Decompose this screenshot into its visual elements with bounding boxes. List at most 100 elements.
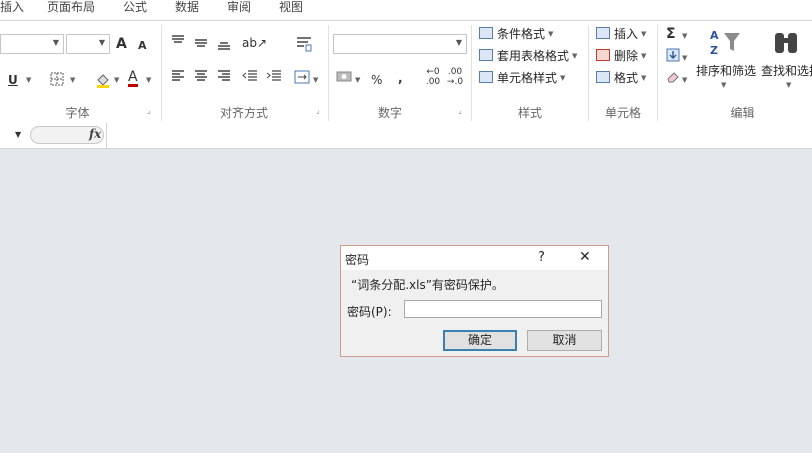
dialog-title: 密码: [345, 253, 370, 267]
chevron-down-icon[interactable]: ▼: [682, 50, 687, 66]
conditional-format-icon: [479, 27, 493, 39]
border-button[interactable]: [50, 72, 64, 90]
delete-cells-icon: [596, 49, 610, 61]
sort-filter-button[interactable]: AZ 排序和筛选 ▼: [696, 25, 756, 95]
ok-button[interactable]: 确定: [443, 330, 517, 351]
fill-color-button[interactable]: [95, 72, 111, 92]
name-box-dropdown[interactable]: ▼: [15, 130, 21, 139]
format-as-table-button[interactable]: 套用表格格式 ▼: [479, 47, 577, 65]
formula-input[interactable]: [107, 123, 812, 148]
tab-view[interactable]: 视图: [279, 0, 303, 16]
tab-insert[interactable]: 插入: [0, 0, 24, 16]
dialog-message: “词条分配.xls”有密码保护。: [351, 278, 504, 292]
autosum-icon[interactable]: Σ: [666, 26, 676, 42]
chevron-down-icon[interactable]: ▼: [146, 72, 151, 88]
wrap-text-icon[interactable]: [296, 36, 312, 56]
grow-font-button[interactable]: A: [116, 36, 127, 52]
chevron-down-icon: ▼: [721, 81, 727, 89]
find-select-label: 查找和选择: [761, 64, 812, 78]
align-right-icon[interactable]: [217, 70, 231, 86]
insert-cells-icon: [596, 27, 610, 39]
comma-button[interactable]: ,: [398, 70, 403, 86]
chevron-down-icon: ▼: [560, 74, 566, 82]
eraser-icon[interactable]: [666, 70, 680, 88]
chevron-down-icon: ▼: [548, 30, 554, 38]
chevron-down-icon: ▼: [98, 38, 105, 47]
chevron-down-icon[interactable]: ▼: [26, 72, 31, 88]
font-name-combo[interactable]: ▼: [0, 34, 64, 54]
merge-center-icon[interactable]: [294, 70, 310, 88]
tab-review[interactable]: 审阅: [227, 0, 251, 16]
chevron-down-icon[interactable]: ▼: [355, 72, 360, 88]
delete-cells-button[interactable]: 删除 ▼: [596, 47, 646, 65]
chevron-down-icon: ▼: [786, 81, 792, 89]
chevron-down-icon[interactable]: ▼: [313, 72, 318, 88]
chevron-down-icon: ▼: [52, 38, 59, 47]
format-as-table-label: 套用表格格式: [497, 49, 570, 63]
formula-bar: ▼ fx: [0, 123, 812, 149]
align-bottom-icon[interactable]: [217, 39, 231, 55]
password-dialog: 密码 ? ✕ “词条分配.xls”有密码保护。 密码(P): 确定 取消: [340, 245, 609, 357]
fill-icon[interactable]: [666, 48, 680, 66]
decrease-decimal-button[interactable]: .00 →.0: [446, 67, 464, 87]
decrease-indent-icon[interactable]: [242, 70, 258, 86]
cell-styles-label: 单元格样式: [497, 71, 558, 85]
help-button[interactable]: ?: [538, 250, 545, 265]
insert-cells-label: 插入: [614, 27, 639, 41]
chevron-down-icon: ▼: [572, 52, 578, 60]
password-label: 密码(P):: [347, 305, 392, 319]
conditional-format-button[interactable]: 条件格式 ▼: [479, 25, 553, 43]
format-cells-label: 格式: [614, 71, 639, 85]
find-select-button[interactable]: 查找和选择 ▼: [760, 25, 812, 95]
chevron-down-icon[interactable]: ▼: [682, 28, 687, 44]
decrease-decimal-bottom: →.0: [446, 77, 464, 87]
font-color-button[interactable]: A: [128, 70, 138, 87]
align-left-icon[interactable]: [171, 70, 185, 86]
chevron-down-icon[interactable]: ▼: [682, 72, 687, 88]
chevron-down-icon: ▼: [641, 74, 647, 82]
group-label-editing: 编辑: [730, 106, 755, 120]
sort-filter-label: 排序和筛选: [696, 64, 757, 78]
dialog-launcher-icon[interactable]: ⌟: [147, 107, 155, 115]
chevron-down-icon[interactable]: ▼: [114, 72, 119, 88]
chevron-down-icon[interactable]: ▼: [70, 72, 75, 88]
insert-function-button[interactable]: fx: [89, 127, 101, 141]
chevron-down-icon: ▼: [455, 38, 462, 47]
font-size-combo[interactable]: ▼: [66, 34, 110, 54]
cancel-button[interactable]: 取消: [527, 330, 602, 351]
increase-decimal-button[interactable]: ←0.00: [424, 67, 442, 87]
table-format-icon: [479, 49, 493, 61]
ribbon: ▼ ▼ A A U ▼ ▼ ▼ A ▼ 字体 ⌟ ab↗ ▼ 对齐方式 ⌟ ▼ …: [0, 20, 812, 124]
paint-bucket-icon: [97, 74, 109, 88]
tab-formulas[interactable]: 公式: [123, 0, 147, 16]
insert-cells-button[interactable]: 插入 ▼: [596, 25, 646, 43]
dialog-launcher-icon[interactable]: ⌟: [316, 107, 324, 115]
delete-cells-label: 删除: [614, 49, 639, 63]
tab-data[interactable]: 数据: [175, 0, 199, 16]
shrink-font-button[interactable]: A: [138, 38, 147, 54]
align-middle-icon[interactable]: [194, 37, 208, 53]
accounting-format-icon[interactable]: [336, 70, 354, 88]
dialog-launcher-icon[interactable]: ⌟: [458, 107, 466, 115]
group-label-alignment: 对齐方式: [219, 106, 268, 120]
cell-styles-button[interactable]: 单元格样式 ▼: [479, 69, 565, 87]
format-cells-button[interactable]: 格式 ▼: [596, 69, 646, 87]
underline-button[interactable]: U: [8, 72, 18, 88]
align-center-icon[interactable]: [194, 70, 208, 86]
group-divider: [657, 25, 658, 121]
svg-text:Z: Z: [710, 44, 718, 57]
percent-button[interactable]: %: [371, 72, 382, 88]
password-input[interactable]: [404, 300, 602, 318]
chevron-down-icon: ▼: [641, 30, 647, 38]
orientation-icon[interactable]: ab↗: [242, 35, 267, 51]
tab-page-layout[interactable]: 页面布局: [47, 0, 95, 16]
close-button[interactable]: ✕: [579, 249, 591, 265]
number-format-combo[interactable]: ▼: [333, 34, 467, 54]
align-top-icon[interactable]: [171, 35, 185, 51]
group-label-styles: 样式: [517, 106, 542, 120]
cell-styles-icon: [479, 71, 493, 83]
increase-indent-icon[interactable]: [266, 70, 282, 86]
menu-bar: 插入 页面布局 公式 数据 审阅 视图: [0, 0, 812, 20]
increase-decimal-bottom: .00: [425, 77, 441, 87]
group-label-cells: 单元格: [604, 106, 641, 120]
